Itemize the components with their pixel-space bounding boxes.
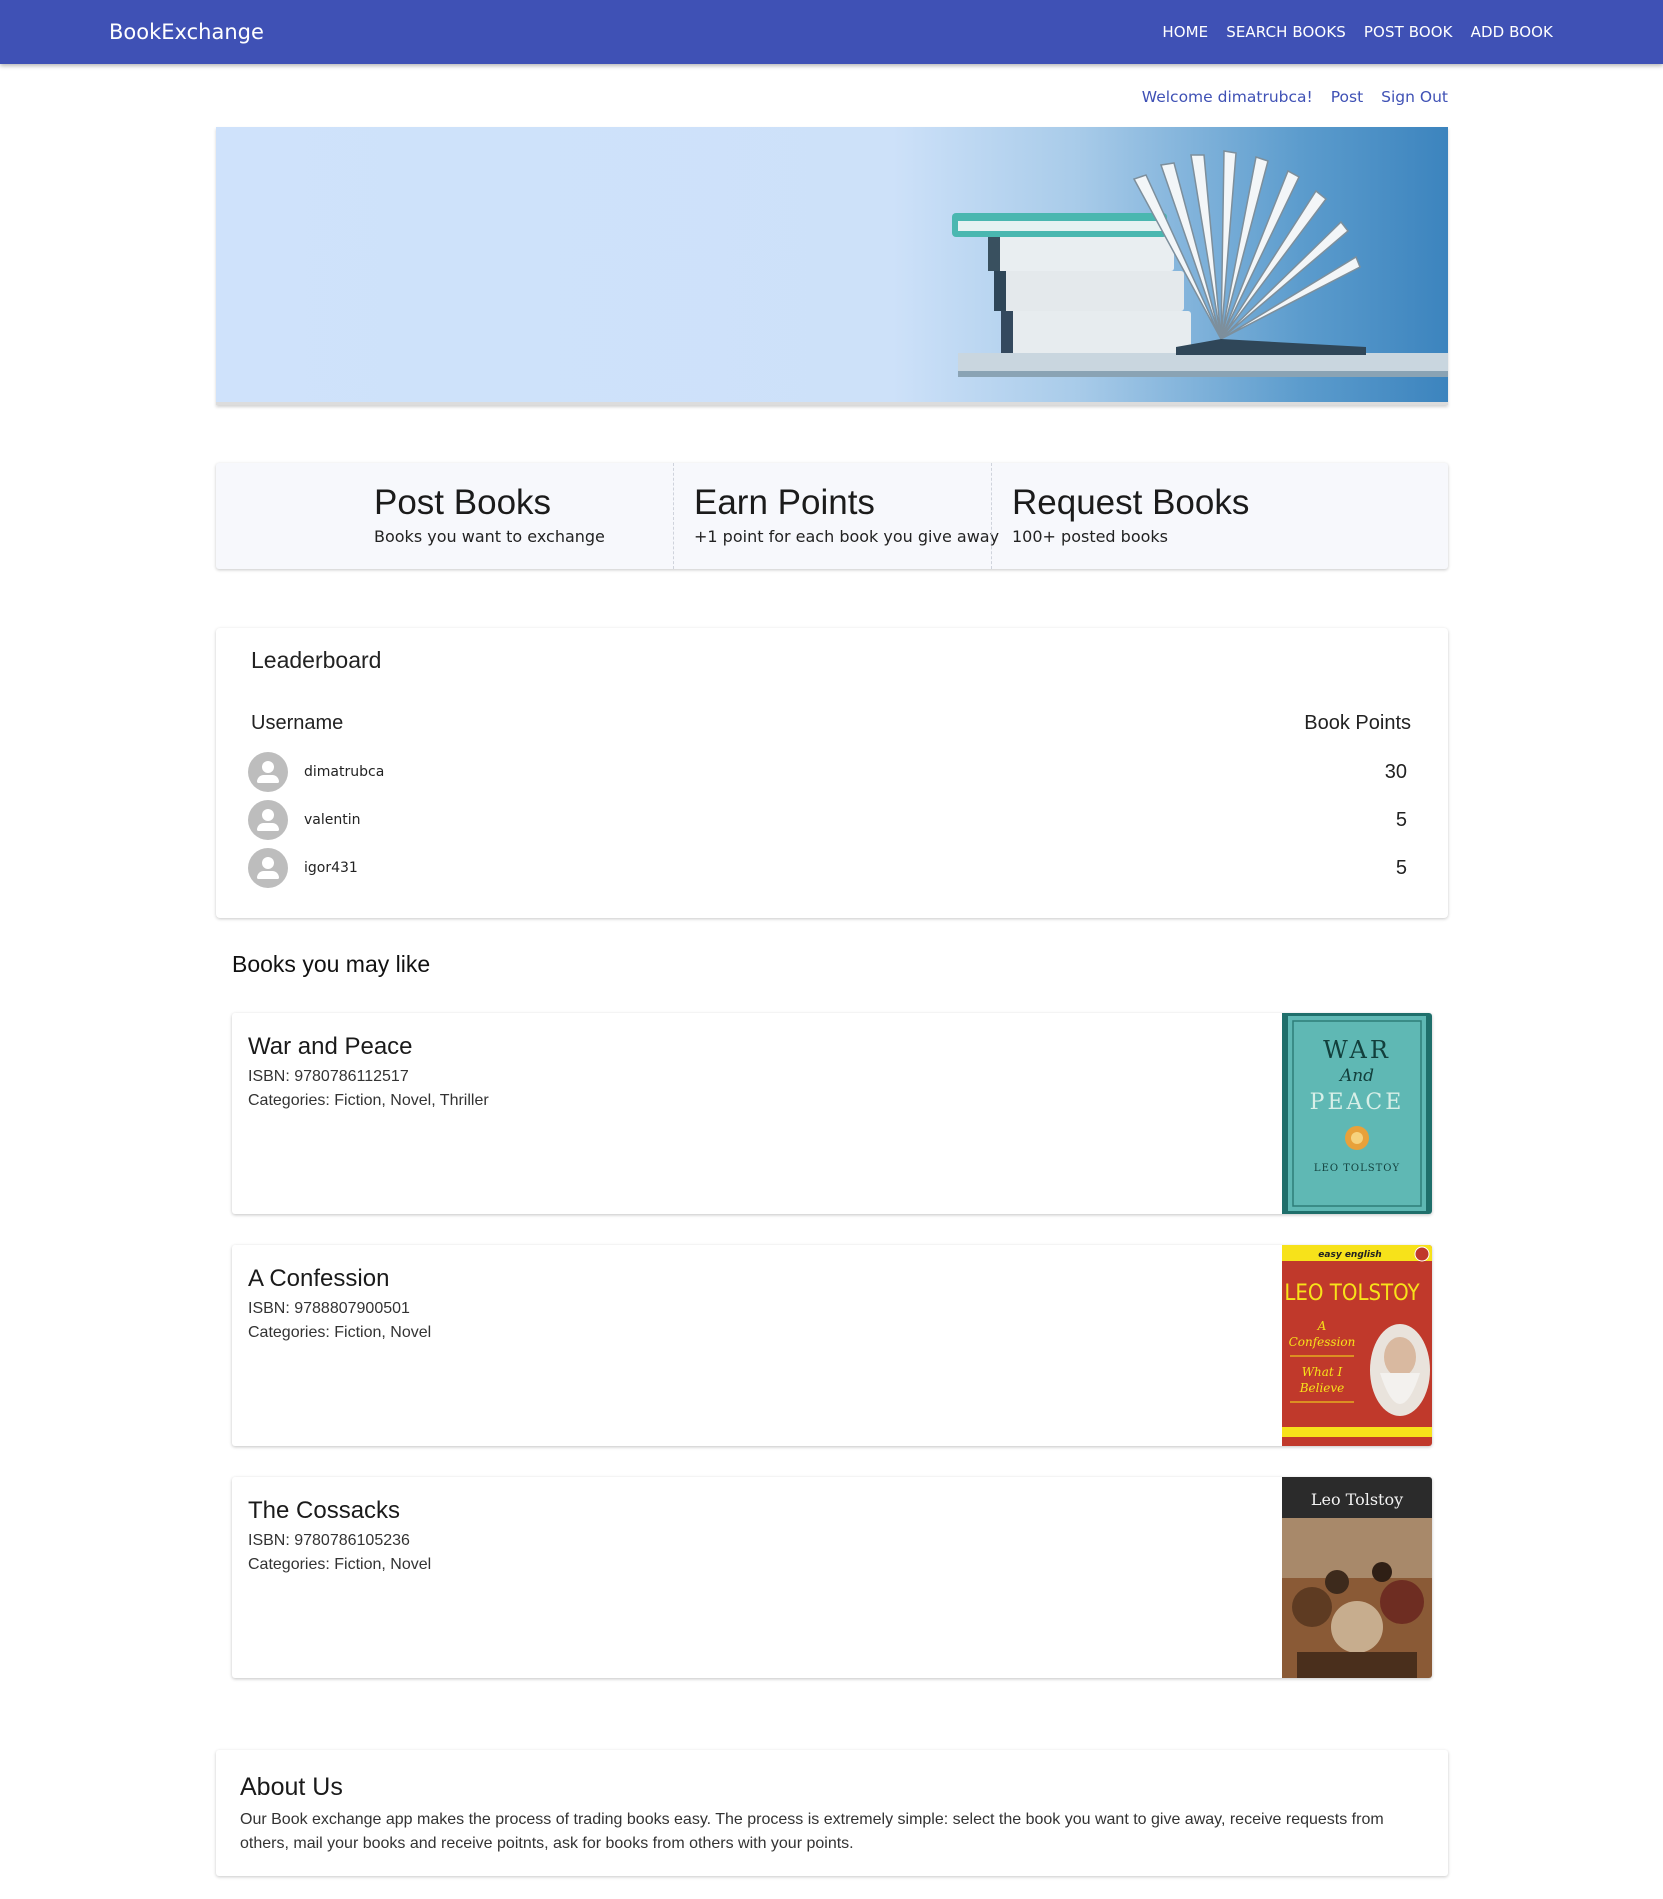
column-book-points: Book Points: [1304, 712, 1411, 734]
nav-add-book[interactable]: ADD BOOK: [1471, 23, 1553, 41]
book-card-war-and-peace[interactable]: War and Peace ISBN: 9780786112517 Catego…: [232, 1013, 1432, 1214]
cover-line2: And: [1338, 1066, 1374, 1086]
book-isbn: ISBN: 9780786105236: [248, 1532, 410, 1549]
cover-author: LEO TOLSTOY: [1284, 1281, 1420, 1306]
cover-badge: easy english: [1318, 1250, 1381, 1260]
about-text: Our Book exchange app makes the process …: [240, 1811, 1384, 1852]
book-card-a-confession[interactable]: A Confession ISBN: 9788807900501 Categor…: [232, 1245, 1432, 1446]
feature-title: Request Books: [1012, 483, 1250, 522]
book-isbn: ISBN: 9788807900501: [248, 1300, 410, 1317]
book-card-the-cossacks[interactable]: The Cossacks ISBN: 9780786105236 Categor…: [232, 1477, 1432, 1678]
hero-banner: [216, 127, 1448, 405]
leaderboard-card: Leaderboard Username Book Points dimatru…: [216, 628, 1448, 918]
cover-line1: WAR: [1323, 1036, 1391, 1064]
feature-earn-points: Earn Points +1 point for each book you g…: [673, 463, 999, 569]
avatar: [248, 848, 288, 888]
cover-author: Leo Tolstoy: [1311, 1490, 1403, 1509]
nav-post-book[interactable]: POST BOOK: [1364, 23, 1453, 41]
leaderboard-username: dimatrubca: [304, 764, 385, 780]
features-strip: Post Books Books you want to exchange Ea…: [216, 463, 1448, 569]
cover-line3: PEACE: [1310, 1090, 1405, 1115]
hero-books-illustration: [952, 150, 1448, 377]
about-us-card: About Us Our Book exchange app makes the…: [216, 1750, 1448, 1876]
book-title[interactable]: A Confession: [248, 1265, 389, 1293]
book-categories: Categories: Fiction, Novel: [248, 1324, 432, 1341]
book-title[interactable]: War and Peace: [248, 1033, 413, 1061]
cover-author: LEO TOLSTOY: [1314, 1163, 1400, 1174]
leaderboard-username: igor431: [304, 860, 358, 876]
book-categories: Categories: Fiction, Novel: [248, 1556, 432, 1573]
leaderboard-row[interactable]: igor431 5: [248, 848, 1407, 888]
leaderboard-points: 5: [1395, 856, 1407, 879]
feature-title: Earn Points: [694, 483, 875, 522]
avatar: [248, 752, 288, 792]
leaderboard-row[interactable]: valentin 5: [248, 800, 1407, 840]
book-categories: Categories: Fiction, Novel, Thriller: [248, 1092, 489, 1109]
books-section-title: Books you may like: [232, 951, 431, 977]
leaderboard-points: 30: [1384, 760, 1407, 783]
welcome-link[interactable]: Welcome dimatrubca!: [1142, 88, 1313, 106]
cover-line1: A: [1317, 1319, 1327, 1333]
leaderboard-username: valentin: [304, 812, 361, 828]
feature-post-books: Post Books Books you want to exchange: [216, 463, 673, 569]
brand-logo[interactable]: BookExchange: [109, 0, 264, 64]
feature-subtitle: 100+ posted books: [1012, 527, 1169, 546]
nav-search-books[interactable]: SEARCH BOOKS: [1226, 23, 1346, 41]
column-username: Username: [251, 712, 344, 734]
post-link[interactable]: Post: [1331, 88, 1363, 106]
leaderboard-title: Leaderboard: [251, 647, 382, 673]
cover-line4: Believe: [1299, 1381, 1345, 1395]
feature-subtitle: Books you want to exchange: [374, 527, 605, 546]
about-title: About Us: [240, 1773, 343, 1801]
book-isbn: ISBN: 9780786112517: [248, 1068, 409, 1085]
user-strip: Welcome dimatrubca! Post Sign Out: [1142, 88, 1448, 106]
book-cover-image[interactable]: Leo Tolstoy: [1282, 1477, 1432, 1678]
book-title[interactable]: The Cossacks: [248, 1497, 400, 1525]
leaderboard-header: Username Book Points: [251, 712, 1411, 735]
cover-line3: What I: [1302, 1365, 1343, 1379]
app-bar: BookExchange HOME SEARCH BOOKS POST BOOK…: [0, 0, 1663, 64]
feature-title: Post Books: [374, 483, 552, 522]
cover-line2: Confession: [1289, 1335, 1356, 1349]
avatar: [248, 800, 288, 840]
leaderboard-row[interactable]: dimatrubca 30: [248, 752, 1407, 792]
book-cover-image[interactable]: WAR And PEACE LEO TOLSTOY: [1282, 1013, 1432, 1214]
feature-request-books: Request Books 100+ posted books: [991, 463, 1448, 569]
leaderboard-points: 5: [1395, 808, 1407, 831]
sign-out-link[interactable]: Sign Out: [1381, 88, 1448, 106]
main-nav: HOME SEARCH BOOKS POST BOOK ADD BOOK: [1162, 0, 1553, 64]
nav-home[interactable]: HOME: [1162, 23, 1208, 41]
feature-subtitle: +1 point for each book you give away: [694, 527, 1000, 546]
book-cover-image[interactable]: easy english LEO TOLSTOY A Confession Wh…: [1282, 1245, 1432, 1446]
